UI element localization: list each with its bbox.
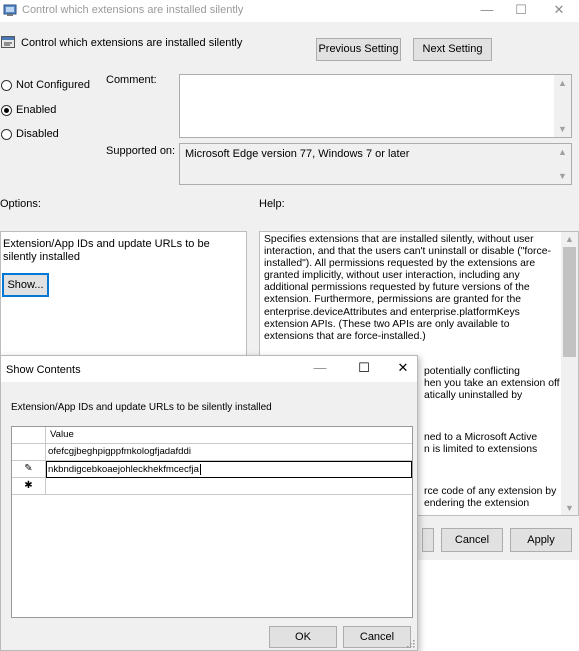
- window-title: Control which extensions are installed s…: [22, 4, 244, 16]
- ok-button-partial[interactable]: [422, 528, 434, 552]
- grid-header-row: Value: [12, 427, 412, 444]
- help-text-fragment: n is limited to extensions: [424, 444, 538, 455]
- apply-button[interactable]: Apply: [510, 528, 572, 552]
- help-scrollbar[interactable]: ▲ ▼: [561, 232, 578, 515]
- radio-label: Not Configured: [16, 79, 90, 91]
- supported-on-label: Supported on:: [106, 145, 176, 157]
- dialog-list-label: Extension/App IDs and update URLs to be …: [11, 402, 272, 413]
- radio-disabled[interactable]: Disabled: [1, 128, 59, 140]
- value-cell-editing[interactable]: nkbndigcebkoaejohleckhekfmcecfja: [46, 461, 412, 478]
- table-row[interactable]: ofefcgjbeghpigppfmkologfjadafddi: [12, 444, 412, 461]
- options-heading: Options:: [0, 198, 41, 210]
- radio-circle: [1, 128, 12, 140]
- row-header-corner: [12, 427, 46, 444]
- comment-label: Comment:: [106, 74, 157, 86]
- help-text-fragment: hen you take an extension off: [424, 378, 560, 389]
- value-cell-text: nkbndigcebkoaejohleckhekfmcecfja: [48, 464, 199, 475]
- table-row-new[interactable]: ✱: [12, 478, 412, 495]
- radio-circle: [1, 104, 12, 116]
- scroll-down-icon[interactable]: ▼: [554, 169, 571, 183]
- help-text: Specifies extensions that are installed …: [264, 234, 551, 342]
- row-marker-new-icon[interactable]: ✱: [12, 478, 46, 495]
- values-grid: Value ofefcgjbeghpigppfmkologfjadafddi ✎…: [11, 426, 413, 618]
- scroll-up-icon[interactable]: ▲: [554, 145, 571, 159]
- close-button[interactable]: ✕: [542, 0, 576, 22]
- dialog-minimize-button[interactable]: —: [303, 358, 337, 380]
- resize-grip-icon[interactable]: [405, 638, 415, 648]
- help-text-fragment: rce code of any extension by: [424, 486, 557, 497]
- radio-circle: [1, 79, 12, 91]
- setting-title: Control which extensions are installed s…: [21, 37, 243, 49]
- value-cell[interactable]: ofefcgjbeghpigppfmkologfjadafddi: [48, 444, 191, 461]
- policy-setting-icon: [1, 36, 15, 48]
- previous-setting-button[interactable]: Previous Setting: [316, 38, 401, 61]
- dialog-cancel-button[interactable]: Cancel: [343, 626, 411, 648]
- comment-scrollbar[interactable]: ▲ ▼: [554, 75, 571, 137]
- help-text-fragment: atically uninstalled by: [424, 390, 523, 401]
- main-cancel-button[interactable]: Cancel: [441, 528, 503, 552]
- show-button[interactable]: Show...: [2, 273, 49, 297]
- supported-on-box: Microsoft Edge version 77, Windows 7 or …: [179, 143, 572, 185]
- scroll-up-icon[interactable]: ▲: [554, 76, 571, 90]
- scroll-down-icon[interactable]: ▼: [554, 122, 571, 136]
- help-text-fragment: ned to a Microsoft Active: [424, 432, 538, 443]
- radio-label: Disabled: [16, 128, 59, 140]
- maximize-button[interactable]: ☐: [504, 0, 538, 22]
- dialog-ok-button[interactable]: OK: [269, 626, 337, 648]
- radio-label: Enabled: [16, 104, 57, 116]
- dialog-maximize-button[interactable]: ☐: [347, 358, 381, 380]
- dialog-title: Show Contents: [6, 364, 81, 376]
- minimize-button[interactable]: —: [470, 0, 504, 22]
- row-marker-edit-icon[interactable]: ✎: [12, 461, 46, 478]
- scroll-up-icon[interactable]: ▲: [561, 232, 578, 246]
- supported-scrollbar[interactable]: ▲ ▼: [554, 144, 571, 184]
- text-caret: [199, 463, 201, 475]
- help-heading: Help:: [259, 198, 285, 210]
- title-bar: Control which extensions are installed s…: [0, 0, 579, 22]
- help-text-fragment: endering the extension: [424, 498, 530, 509]
- value-column-header[interactable]: Value: [50, 427, 74, 444]
- scroll-thumb[interactable]: [563, 247, 576, 357]
- comment-textbox[interactable]: ▲ ▼: [179, 74, 572, 138]
- policy-app-icon: [3, 4, 17, 16]
- help-text-fragment: potentially conflicting: [424, 366, 520, 377]
- radio-enabled[interactable]: Enabled: [1, 104, 56, 116]
- dialog-title-bar: Show Contents — ☐ ✕: [1, 356, 417, 382]
- row-marker[interactable]: [12, 444, 46, 461]
- scroll-down-icon[interactable]: ▼: [561, 501, 578, 515]
- show-contents-dialog: Show Contents — ☐ ✕ Extension/App IDs an…: [0, 355, 418, 651]
- options-description: Extension/App IDs and update URLs to be …: [3, 238, 210, 263]
- radio-not-configured[interactable]: Not Configured: [1, 79, 90, 91]
- table-row[interactable]: ✎ nkbndigcebkoaejohleckhekfmcecfja: [12, 461, 412, 478]
- dialog-close-button[interactable]: ✕: [386, 358, 420, 380]
- next-setting-button[interactable]: Next Setting: [413, 38, 492, 61]
- supported-on-value: Microsoft Edge version 77, Windows 7 or …: [185, 148, 410, 160]
